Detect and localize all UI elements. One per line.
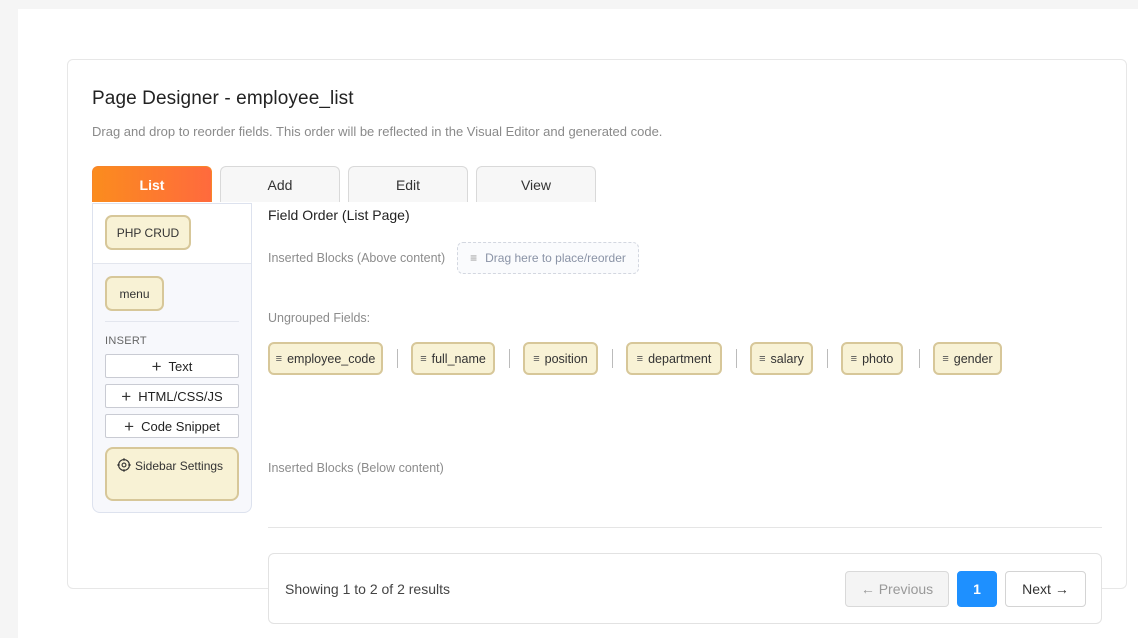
field-name: salary	[770, 351, 804, 366]
results-summary: Showing 1 to 2 of 2 results	[285, 581, 450, 597]
next-page-button[interactable]: Next →	[1005, 571, 1086, 607]
field-chip[interactable]: ≡ photo	[841, 342, 903, 375]
field-chip[interactable]: ≡ salary	[750, 342, 813, 375]
page-designer-card: Page Designer - employee_list Drag and d…	[67, 59, 1127, 624]
field-chip[interactable]: ≡ gender	[933, 342, 1002, 375]
drag-handle-icon: ≡	[420, 352, 427, 365]
field-separator	[509, 349, 510, 368]
field-separator	[827, 349, 828, 368]
inserted-below-label: Inserted Blocks (Below content)	[268, 461, 444, 475]
drag-handle-icon: ≡	[275, 352, 283, 365]
field-chip[interactable]: ≡ employee_code	[268, 342, 383, 375]
gear-icon	[117, 458, 131, 472]
sidebar-preview: PHP CRUD menu INSERT + Text + HTML/CSS/J…	[92, 203, 252, 513]
drag-handle-icon: ≡	[533, 352, 540, 365]
insert-html-label: HTML/CSS/JS	[138, 388, 223, 404]
section-divider	[268, 527, 1102, 528]
field-separator	[736, 349, 737, 368]
field-name: full_name	[431, 351, 486, 366]
drag-handle-icon: ≡	[942, 352, 949, 365]
tab-add[interactable]: Add	[220, 166, 340, 202]
field-separator	[919, 349, 920, 368]
sidebar-settings-label: Sidebar Settings	[135, 459, 224, 473]
ungrouped-fields-label: Ungrouped Fields:	[268, 311, 371, 325]
sidebar-divider	[105, 321, 239, 322]
tab-view[interactable]: View	[476, 166, 596, 202]
drag-handle-icon: ≡	[636, 352, 644, 365]
field-name: position	[544, 351, 588, 366]
drag-handle-icon: ≡	[759, 352, 766, 365]
plus-icon: +	[151, 356, 162, 376]
insert-html-button[interactable]: + HTML/CSS/JS	[105, 384, 239, 408]
drag-handle-icon: ≡	[470, 251, 478, 265]
sidebar-brand-chip[interactable]: PHP CRUD	[105, 215, 191, 250]
field-separator	[397, 349, 398, 368]
field-chip[interactable]: ≡ full_name	[411, 342, 495, 375]
sidebar-settings-button[interactable]: Sidebar Settings	[105, 447, 239, 501]
field-separator	[612, 349, 613, 368]
field-name: gender	[953, 351, 993, 366]
sidebar-menu-chip[interactable]: menu	[105, 276, 164, 311]
drag-handle-icon: ≡	[850, 352, 858, 365]
field-name: department	[648, 351, 712, 366]
field-name: photo	[862, 351, 894, 366]
field-name: employee_code	[287, 351, 376, 366]
insert-code-snippet-button[interactable]: + Code Snippet	[105, 414, 239, 438]
tab-list[interactable]: List	[92, 166, 212, 202]
sidebar-brand-area: PHP CRUD	[93, 204, 251, 264]
inserted-above-label: Inserted Blocks (Above content)	[268, 251, 446, 265]
insert-code-snippet-label: Code Snippet	[141, 418, 220, 434]
previous-page-button[interactable]: ← Previous	[845, 571, 949, 607]
page-title: Page Designer - employee_list	[92, 88, 354, 109]
page-1-button[interactable]: 1	[957, 571, 997, 607]
field-order-title: Field Order (List Page)	[268, 207, 410, 223]
plus-icon: +	[124, 416, 135, 436]
pagination-bar: Showing 1 to 2 of 2 results ← Previous 1…	[268, 553, 1102, 624]
plus-icon: +	[121, 386, 132, 406]
drop-zone-above[interactable]: ≡ Drag here to place/reorder	[457, 242, 639, 274]
insert-text-label: Text	[168, 358, 193, 374]
drop-zone-label: Drag here to place/reorder	[485, 251, 626, 265]
field-chip[interactable]: ≡ department	[626, 342, 722, 375]
insert-text-button[interactable]: + Text	[105, 354, 239, 378]
page-subtitle: Drag and drop to reorder fields. This or…	[92, 124, 663, 139]
field-chip[interactable]: ≡ position	[523, 342, 598, 375]
tab-edit[interactable]: Edit	[348, 166, 468, 202]
insert-section-label: INSERT	[105, 335, 147, 347]
